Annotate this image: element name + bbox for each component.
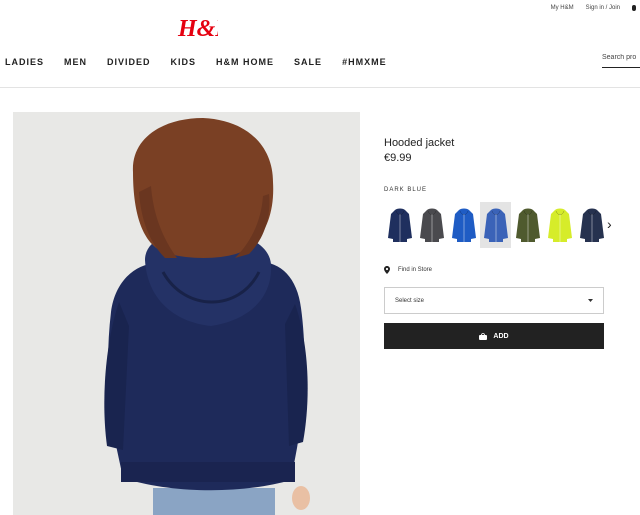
jacket-thumbnail-icon — [451, 208, 476, 242]
my-hm-link[interactable]: My H&M — [551, 5, 574, 11]
chevron-down-icon — [588, 299, 593, 302]
color-swatch[interactable] — [576, 202, 607, 248]
hm-logo-text: H&M — [177, 16, 218, 42]
find-in-store-link[interactable]: Find in Store — [384, 266, 432, 274]
location-icon[interactable] — [632, 5, 636, 11]
nav-ladies[interactable]: LADIES — [5, 57, 44, 67]
size-select-label: Select size — [395, 297, 425, 304]
color-swatch[interactable] — [384, 202, 415, 248]
jacket-thumbnail-icon — [387, 208, 412, 242]
top-utility-bar: My H&M Sign in / Join — [551, 2, 640, 14]
nav-hm-home[interactable]: H&M HOME — [216, 57, 274, 67]
hm-logo[interactable]: H&M — [176, 12, 218, 42]
color-swatch[interactable] — [512, 202, 543, 248]
color-swatch[interactable] — [448, 202, 479, 248]
color-swatches — [384, 202, 608, 248]
nav-sale[interactable]: SALE — [294, 57, 322, 67]
location-pin-icon — [384, 266, 390, 274]
jacket-thumbnail-icon — [419, 208, 444, 242]
shopping-bag-icon — [479, 332, 488, 340]
sign-in-link[interactable]: Sign in / Join — [586, 5, 620, 11]
product-title: Hooded jacket — [384, 137, 455, 149]
search-input[interactable]: Search pro — [602, 54, 640, 68]
color-swatch[interactable] — [480, 202, 511, 248]
product-image[interactable] — [13, 112, 360, 515]
nav-men[interactable]: MEN — [64, 57, 87, 67]
jacket-thumbnail-icon — [547, 208, 572, 242]
jacket-thumbnail-icon — [515, 208, 540, 242]
header-divider — [0, 87, 640, 88]
jacket-thumbnail-icon — [579, 208, 604, 242]
add-to-bag-button[interactable]: ADD — [384, 323, 604, 349]
add-button-label: ADD — [493, 332, 509, 340]
find-in-store-label: Find in Store — [398, 267, 433, 273]
selected-color-label: DARK BLUE — [384, 187, 428, 193]
product-price: €9.99 — [384, 152, 412, 164]
nav-divided[interactable]: DIVIDED — [107, 57, 151, 67]
chevron-right-icon[interactable]: › — [607, 216, 612, 232]
nav-hmxme[interactable]: #HMXME — [342, 57, 387, 67]
main-navigation: LADIES MEN DIVIDED KIDS H&M HOME SALE #H… — [5, 57, 407, 67]
child-hoodie-back-photo — [13, 112, 360, 515]
color-swatch[interactable] — [544, 202, 575, 248]
color-swatch[interactable] — [416, 202, 447, 248]
nav-kids[interactable]: KIDS — [171, 57, 197, 67]
jacket-thumbnail-icon — [483, 208, 508, 242]
size-select[interactable]: Select size — [384, 287, 604, 314]
